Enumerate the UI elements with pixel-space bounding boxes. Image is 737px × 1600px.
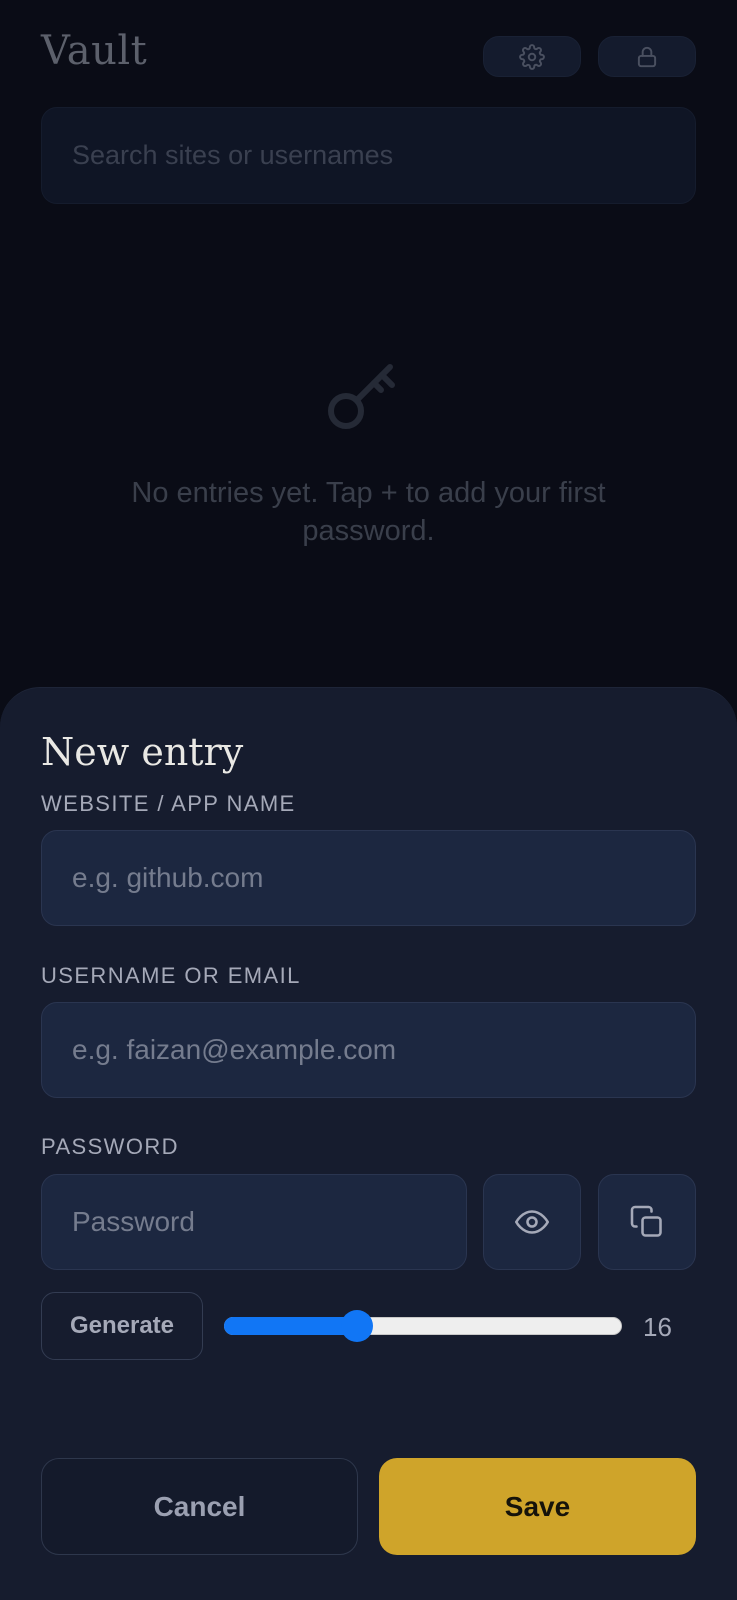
reveal-password-button[interactable]	[483, 1174, 581, 1270]
password-input[interactable]	[41, 1174, 467, 1270]
copy-icon	[630, 1205, 662, 1237]
slider-thumb[interactable]	[341, 1310, 373, 1342]
key-icon	[328, 364, 395, 429]
empty-state-message: No entries yet. Tap + to add your first …	[131, 477, 606, 547]
username-input[interactable]	[41, 1002, 696, 1098]
lock-icon	[637, 46, 657, 67]
website-input[interactable]	[41, 830, 696, 926]
cancel-button[interactable]: Cancel	[41, 1458, 358, 1555]
lock-button[interactable]	[598, 36, 696, 77]
slider-fill	[224, 1317, 357, 1335]
eye-icon	[514, 1210, 550, 1234]
search-placeholder: Search sites or usernames	[72, 140, 394, 170]
save-button[interactable]: Save	[379, 1458, 696, 1555]
password-label: PASSWORD	[41, 1134, 179, 1159]
page-title: Vault	[41, 28, 148, 74]
app-screen: Vault Search sites or usernames No entri…	[0, 0, 737, 1600]
new-entry-sheet: New entry WEBSITE / APP NAME USERNAME OR…	[0, 687, 737, 1600]
settings-button[interactable]	[483, 36, 581, 77]
website-label: WEBSITE / APP NAME	[41, 791, 296, 816]
generate-button[interactable]: Generate	[41, 1292, 203, 1360]
username-label: USERNAME OR EMAIL	[41, 963, 301, 988]
length-value: 16	[643, 1312, 672, 1342]
copy-password-button[interactable]	[598, 1174, 696, 1270]
sheet-title: New entry	[41, 730, 244, 774]
length-slider[interactable]	[224, 1310, 622, 1342]
search-input[interactable]: Search sites or usernames	[41, 107, 696, 204]
gear-icon	[519, 43, 545, 70]
